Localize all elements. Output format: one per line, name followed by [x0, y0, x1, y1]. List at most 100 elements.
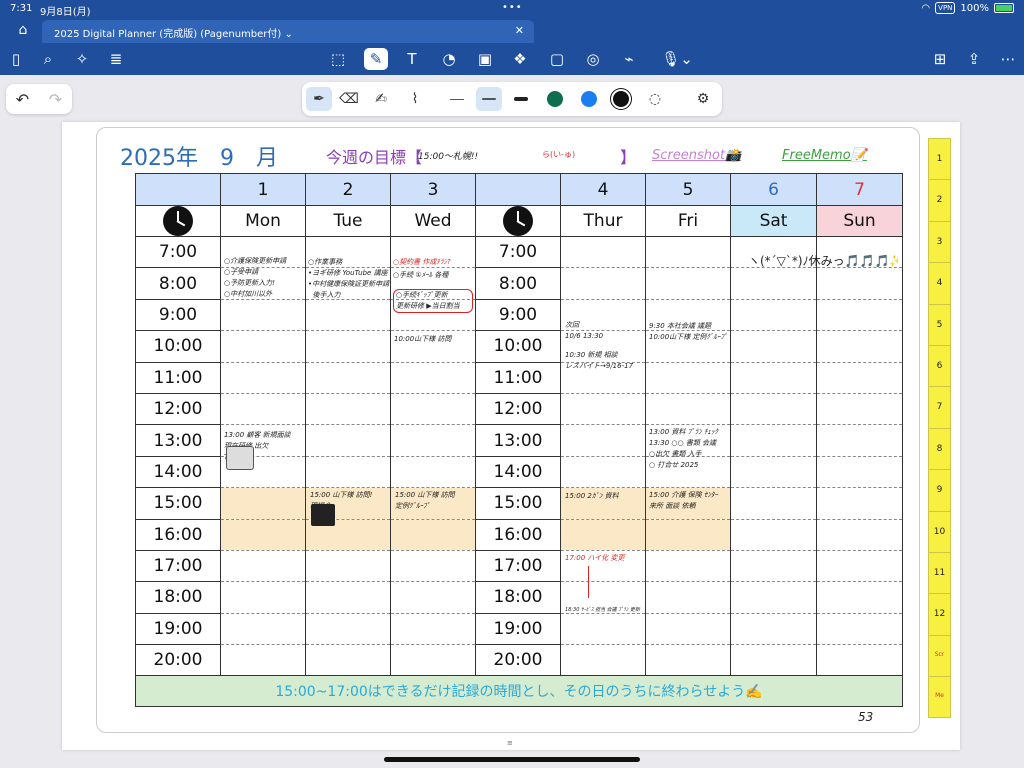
index-tab-12[interactable]: 12 — [929, 594, 950, 636]
sticky-note-icon[interactable]: ▢ — [545, 48, 569, 70]
slot-tue[interactable] — [305, 612, 391, 646]
index-tab-1[interactable]: 1 — [929, 139, 950, 181]
slot-sun[interactable] — [816, 644, 903, 677]
search-icon[interactable]: ⌕ — [36, 48, 60, 70]
slot-sat[interactable] — [730, 487, 817, 520]
slot-wed[interactable] — [390, 644, 476, 677]
laptop-sticker[interactable] — [226, 446, 254, 470]
slot-sat[interactable] — [730, 298, 817, 332]
index-tab-me[interactable]: Me — [929, 677, 950, 719]
note-thu-15[interactable]: 15:00 2ｶﾞﾝ 資料 — [565, 491, 645, 502]
slot-fri[interactable] — [645, 549, 731, 583]
slot-sat[interactable] — [730, 392, 817, 426]
sidebar-icon[interactable]: ▯ — [4, 48, 28, 70]
note-thu-18[interactable]: 18:30 ｻｰﾋﾞｽ 担当 会議 ﾌﾟﾗﾝ 更新 — [565, 605, 647, 616]
slot-thu[interactable] — [560, 455, 646, 489]
slot-sat[interactable] — [730, 518, 817, 551]
slot-mon[interactable] — [220, 330, 306, 363]
add-color-icon[interactable]: ◌ — [642, 87, 668, 111]
date-1[interactable]: 1 — [220, 173, 306, 206]
slot-wed[interactable] — [390, 581, 476, 614]
slot-sat[interactable] — [730, 549, 817, 583]
note-fri-9[interactable]: 9:30 本社会議 議題 10:00山下様 定例ｸﾞﾙｰﾌﾟ — [649, 321, 731, 343]
slot-sun[interactable] — [816, 549, 903, 583]
slot-sun[interactable] — [816, 487, 903, 520]
note-fri-15[interactable]: 15:00 介護 保険 ｾﾝﾀｰ 来所 面談 依頼 — [649, 490, 731, 512]
share-icon[interactable]: ⇪ — [962, 48, 986, 70]
slot-wed[interactable] — [390, 612, 476, 646]
laser-icon[interactable]: ⌁ — [617, 48, 641, 70]
slot-sun[interactable] — [816, 267, 903, 300]
home-icon[interactable]: ⌂ — [14, 22, 32, 40]
slot-wed[interactable] — [390, 361, 476, 394]
slot-sat[interactable] — [730, 581, 817, 614]
slot-mon[interactable] — [220, 581, 306, 614]
slot-tue[interactable] — [305, 361, 391, 394]
note-wed-morning-3[interactable]: ○手続ｷﾞｯﾌﾟ更新 更新研修 ▶当日割当 — [393, 289, 473, 313]
date-2[interactable]: 2 — [305, 173, 391, 206]
slot-sun[interactable] — [816, 361, 903, 394]
slot-sat[interactable] — [730, 424, 817, 457]
pen-settings-icon[interactable]: ⚙ — [690, 87, 716, 111]
redo-icon[interactable]: ↷ — [49, 90, 62, 109]
home-indicator[interactable] — [384, 757, 640, 762]
slot-thu[interactable] — [560, 392, 646, 426]
index-tab-7[interactable]: 7 — [929, 387, 950, 429]
slot-wed[interactable] — [390, 392, 476, 426]
freememo-link[interactable]: FreeMemo📝 — [782, 148, 867, 163]
slot-thu[interactable] — [560, 235, 646, 269]
slot-sun[interactable] — [816, 424, 903, 457]
slot-sun[interactable] — [816, 455, 903, 489]
eraser-icon[interactable]: ⌫ — [336, 87, 362, 111]
slot-sat[interactable] — [730, 267, 817, 300]
slot-thu[interactable] — [560, 424, 646, 457]
brush-icon[interactable]: ✍ — [368, 87, 394, 111]
slot-mon[interactable] — [220, 612, 306, 646]
note-wed-10[interactable]: 10:00山下様 訪問 — [394, 334, 474, 345]
slot-mon[interactable] — [220, 549, 306, 583]
blue-color-swatch[interactable] — [576, 87, 602, 111]
slot-sat[interactable] — [730, 455, 817, 489]
pen-icon[interactable]: ✎ — [364, 48, 388, 70]
text-icon[interactable]: T — [400, 48, 424, 70]
slot-sun[interactable] — [816, 518, 903, 551]
medium-line-option[interactable] — [476, 87, 502, 111]
sparkle-icon[interactable]: ✧ — [70, 48, 94, 70]
note-sat-holiday[interactable]: ヽ(*´▽`*)ﾉ休みっ🎵🎵🎵✨ — [748, 253, 898, 269]
slot-sun[interactable] — [816, 298, 903, 332]
note-fri-13[interactable]: 13:00 資料 ﾌﾟﾗﾝ ﾁｪｯｸ 13:30 ○○ 書類 会議 ○出欠 書類… — [649, 427, 731, 471]
date-7[interactable]: 7 — [816, 173, 903, 206]
record-icon[interactable]: ◎ — [581, 48, 605, 70]
index-tab-10[interactable]: 10 — [929, 512, 950, 553]
add-page-icon[interactable]: ⊞ — [928, 48, 952, 70]
slot-tue[interactable] — [305, 549, 391, 583]
slot-fri[interactable] — [645, 267, 731, 300]
document-tab[interactable]: 2025 Digital Planner (完成版) (Pagenumber付)… — [42, 20, 534, 43]
index-tab-scr[interactable]: Scr — [929, 636, 950, 678]
slot-thu[interactable] — [560, 267, 646, 300]
slot-fri[interactable] — [645, 612, 731, 646]
slot-thu[interactable] — [560, 644, 646, 677]
thick-line-option[interactable] — [508, 87, 534, 111]
slot-sat[interactable] — [730, 644, 817, 677]
slot-wed[interactable] — [390, 455, 476, 489]
index-tab-3[interactable]: 3 — [929, 222, 950, 264]
slot-tue[interactable] — [305, 424, 391, 457]
slot-fri[interactable] — [645, 361, 731, 394]
slot-sat[interactable] — [730, 330, 817, 363]
slot-mon[interactable] — [220, 361, 306, 394]
slot-thu[interactable] — [560, 612, 646, 646]
slot-sat[interactable] — [730, 612, 817, 646]
note-wed-morning-1[interactable]: ○契約書 作成ﾁﾗｼ? — [393, 257, 473, 268]
shapes-icon[interactable]: ◔ — [437, 48, 461, 70]
slot-sat[interactable] — [730, 361, 817, 394]
undo-icon[interactable]: ↶ — [16, 90, 29, 109]
lasso-icon[interactable]: ⬚ — [326, 48, 350, 70]
note-mon-morning[interactable]: ○介護保険更新申請 ○子受申請 ○予防更新入力! ○中村加川以外 — [224, 256, 304, 300]
note-wed-15[interactable]: 15:00 山下様 訪問 定例ｸﾞﾙｰﾌﾟ — [395, 490, 475, 512]
image-icon[interactable]: ▣ — [473, 48, 497, 70]
date-3[interactable]: 3 — [390, 173, 476, 206]
slot-sun[interactable] — [816, 392, 903, 426]
thin-line-option[interactable] — [444, 87, 470, 111]
slot-sun[interactable] — [816, 581, 903, 614]
